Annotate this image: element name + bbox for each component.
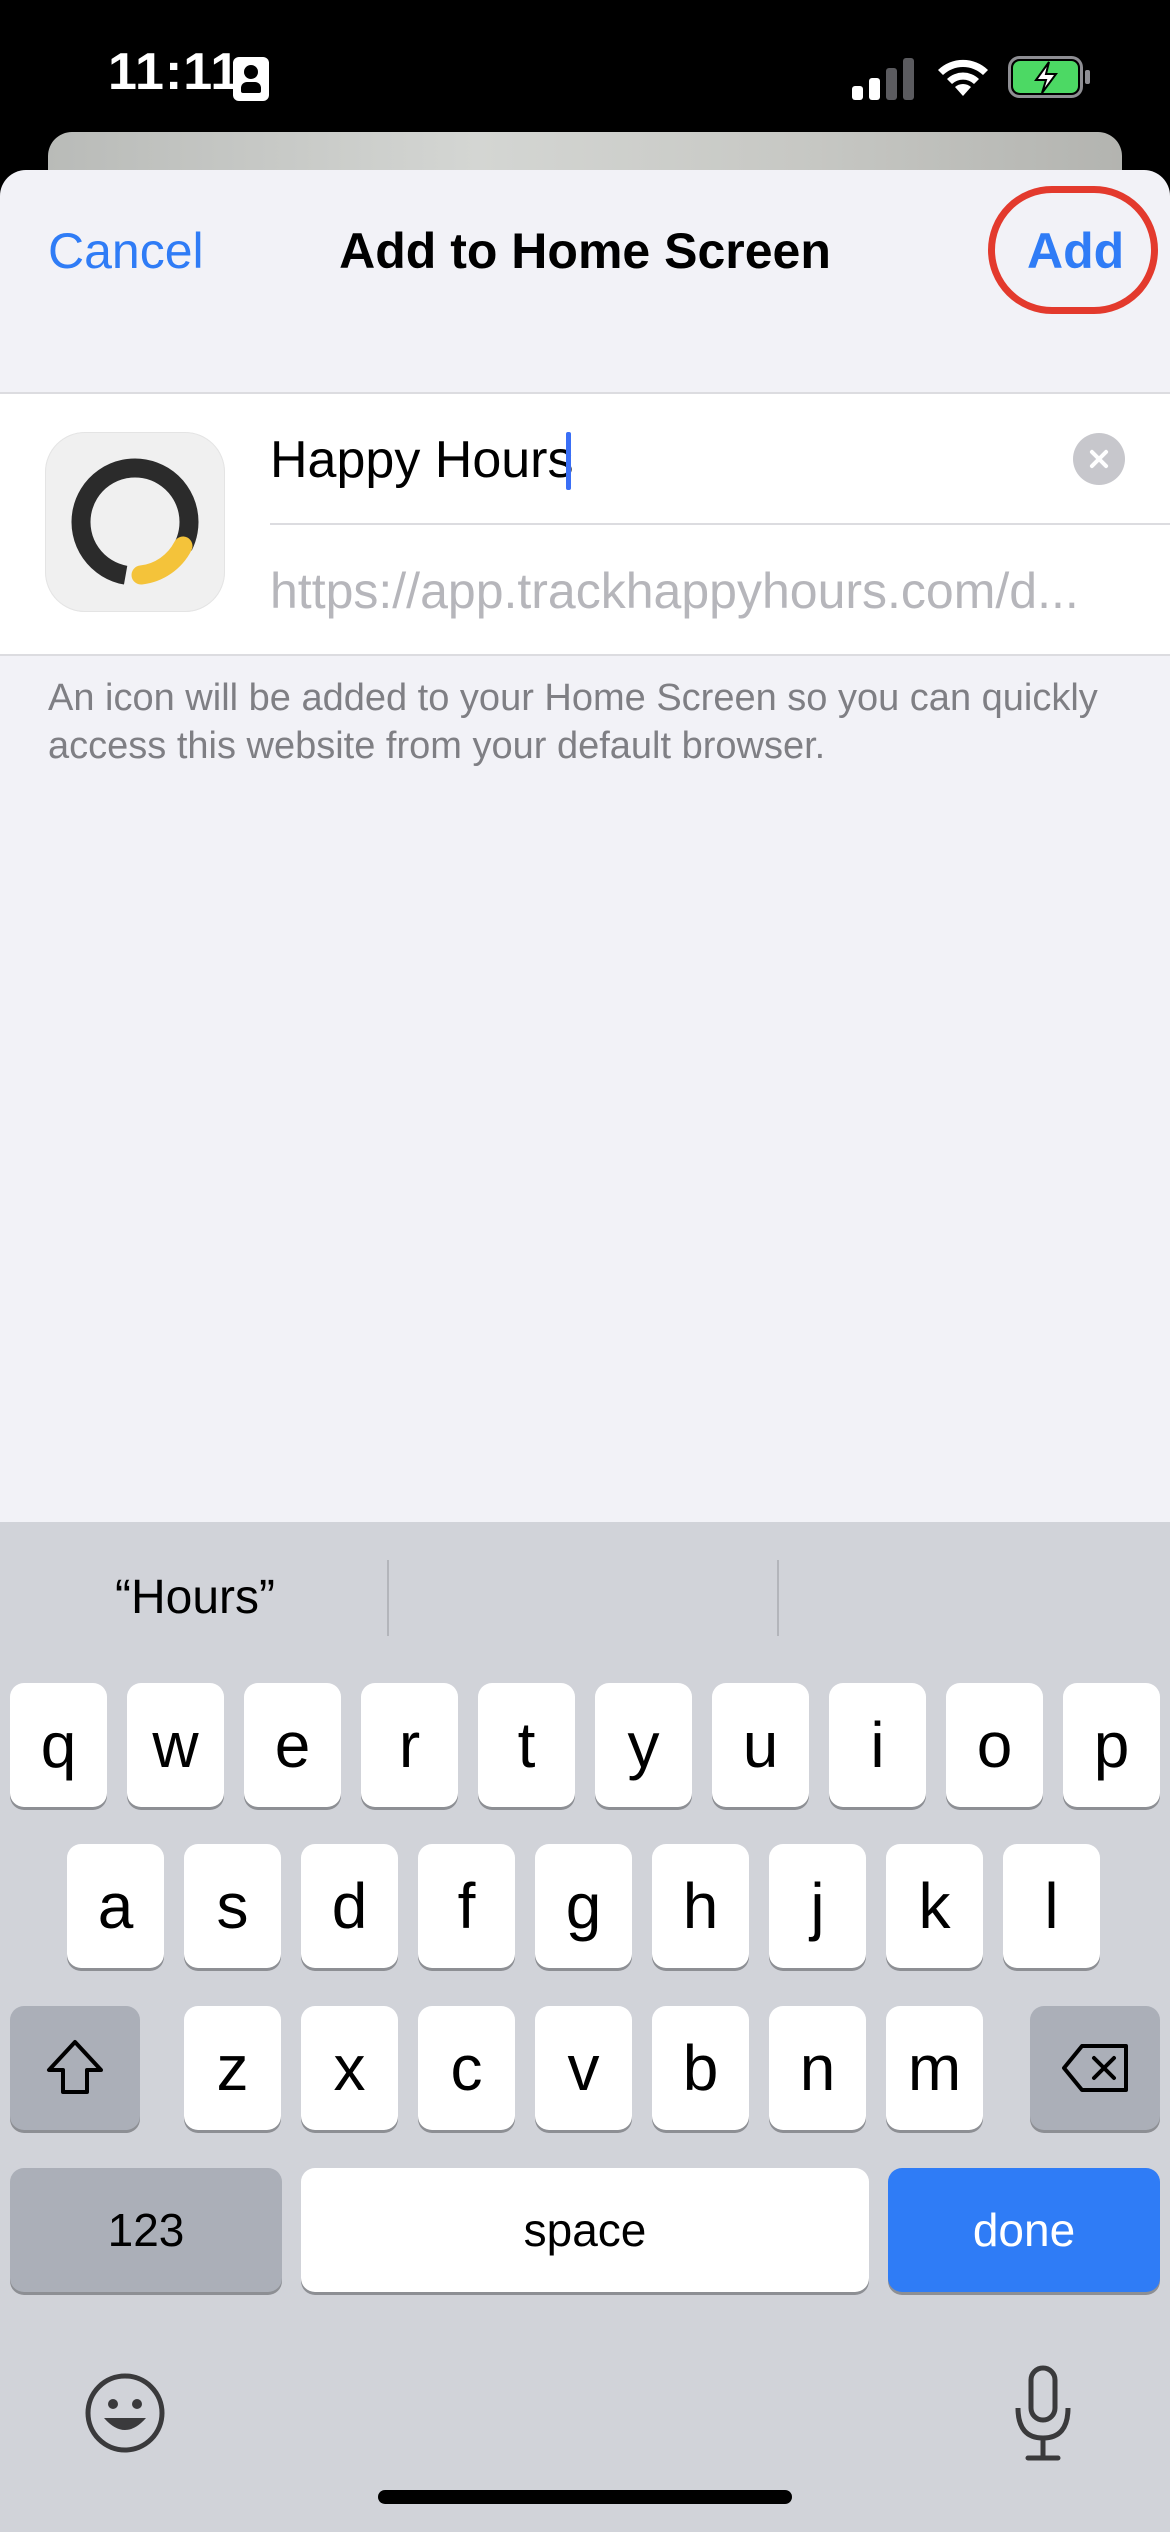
key-q[interactable]: q bbox=[10, 1683, 107, 1807]
key-u[interactable]: u bbox=[712, 1683, 809, 1807]
key-x[interactable]: x bbox=[301, 2006, 398, 2130]
key-o[interactable]: o bbox=[946, 1683, 1043, 1807]
shortcut-url: https://app.trackhappyhours.com/d... bbox=[270, 563, 1079, 619]
app-logo-ring-icon bbox=[45, 432, 225, 612]
footnote-text: An icon will be added to your Home Scree… bbox=[48, 677, 1098, 767]
suggestion-divider bbox=[777, 1560, 779, 1636]
clear-text-icon[interactable] bbox=[1073, 433, 1125, 485]
key-p[interactable]: p bbox=[1063, 1683, 1160, 1807]
key-z[interactable]: z bbox=[184, 2006, 281, 2130]
status-time: 11:11 bbox=[108, 43, 241, 101]
backspace-icon bbox=[1062, 2044, 1128, 2092]
suggestion-1[interactable]: “Hours” bbox=[40, 1570, 350, 1625]
done-key[interactable]: done bbox=[888, 2168, 1160, 2292]
key-f[interactable]: f bbox=[418, 1844, 515, 1968]
key-h[interactable]: h bbox=[652, 1844, 749, 1968]
emoji-icon[interactable] bbox=[84, 2372, 166, 2454]
microphone-icon[interactable] bbox=[1008, 2364, 1078, 2464]
text-cursor bbox=[566, 432, 571, 490]
add-to-home-sheet bbox=[0, 170, 1170, 1570]
battery-charging-icon bbox=[1008, 56, 1090, 98]
shortcut-name-input[interactable] bbox=[270, 425, 1070, 495]
home-indicator bbox=[378, 2490, 792, 2504]
key-y[interactable]: y bbox=[595, 1683, 692, 1807]
key-m[interactable]: m bbox=[886, 2006, 983, 2130]
key-v[interactable]: v bbox=[535, 2006, 632, 2130]
space-key[interactable]: space bbox=[301, 2168, 869, 2292]
key-g[interactable]: g bbox=[535, 1844, 632, 1968]
sim-card-icon bbox=[233, 57, 269, 101]
shift-key[interactable] bbox=[10, 2006, 140, 2130]
key-b[interactable]: b bbox=[652, 2006, 749, 2130]
wifi-icon bbox=[938, 59, 988, 96]
add-button[interactable]: Add bbox=[1027, 222, 1124, 280]
numbers-key[interactable]: 123 bbox=[10, 2168, 282, 2292]
key-e[interactable]: e bbox=[244, 1683, 341, 1807]
suggestion-divider bbox=[387, 1560, 389, 1636]
status-bar: 11:11 bbox=[0, 0, 1170, 140]
backspace-key[interactable] bbox=[1030, 2006, 1160, 2130]
key-j[interactable]: j bbox=[769, 1844, 866, 1968]
cancel-button[interactable]: Cancel bbox=[48, 222, 204, 280]
key-d[interactable]: d bbox=[301, 1844, 398, 1968]
key-c[interactable]: c bbox=[418, 2006, 515, 2130]
key-k[interactable]: k bbox=[886, 1844, 983, 1968]
key-l[interactable]: l bbox=[1003, 1844, 1100, 1968]
key-t[interactable]: t bbox=[478, 1683, 575, 1807]
key-i[interactable]: i bbox=[829, 1683, 926, 1807]
key-r[interactable]: r bbox=[361, 1683, 458, 1807]
cell-signal-icon bbox=[852, 56, 916, 100]
key-n[interactable]: n bbox=[769, 2006, 866, 2130]
key-w[interactable]: w bbox=[127, 1683, 224, 1807]
key-a[interactable]: a bbox=[67, 1844, 164, 1968]
key-s[interactable]: s bbox=[184, 1844, 281, 1968]
shift-arrow-icon bbox=[47, 2040, 103, 2094]
form-divider bbox=[270, 523, 1170, 525]
